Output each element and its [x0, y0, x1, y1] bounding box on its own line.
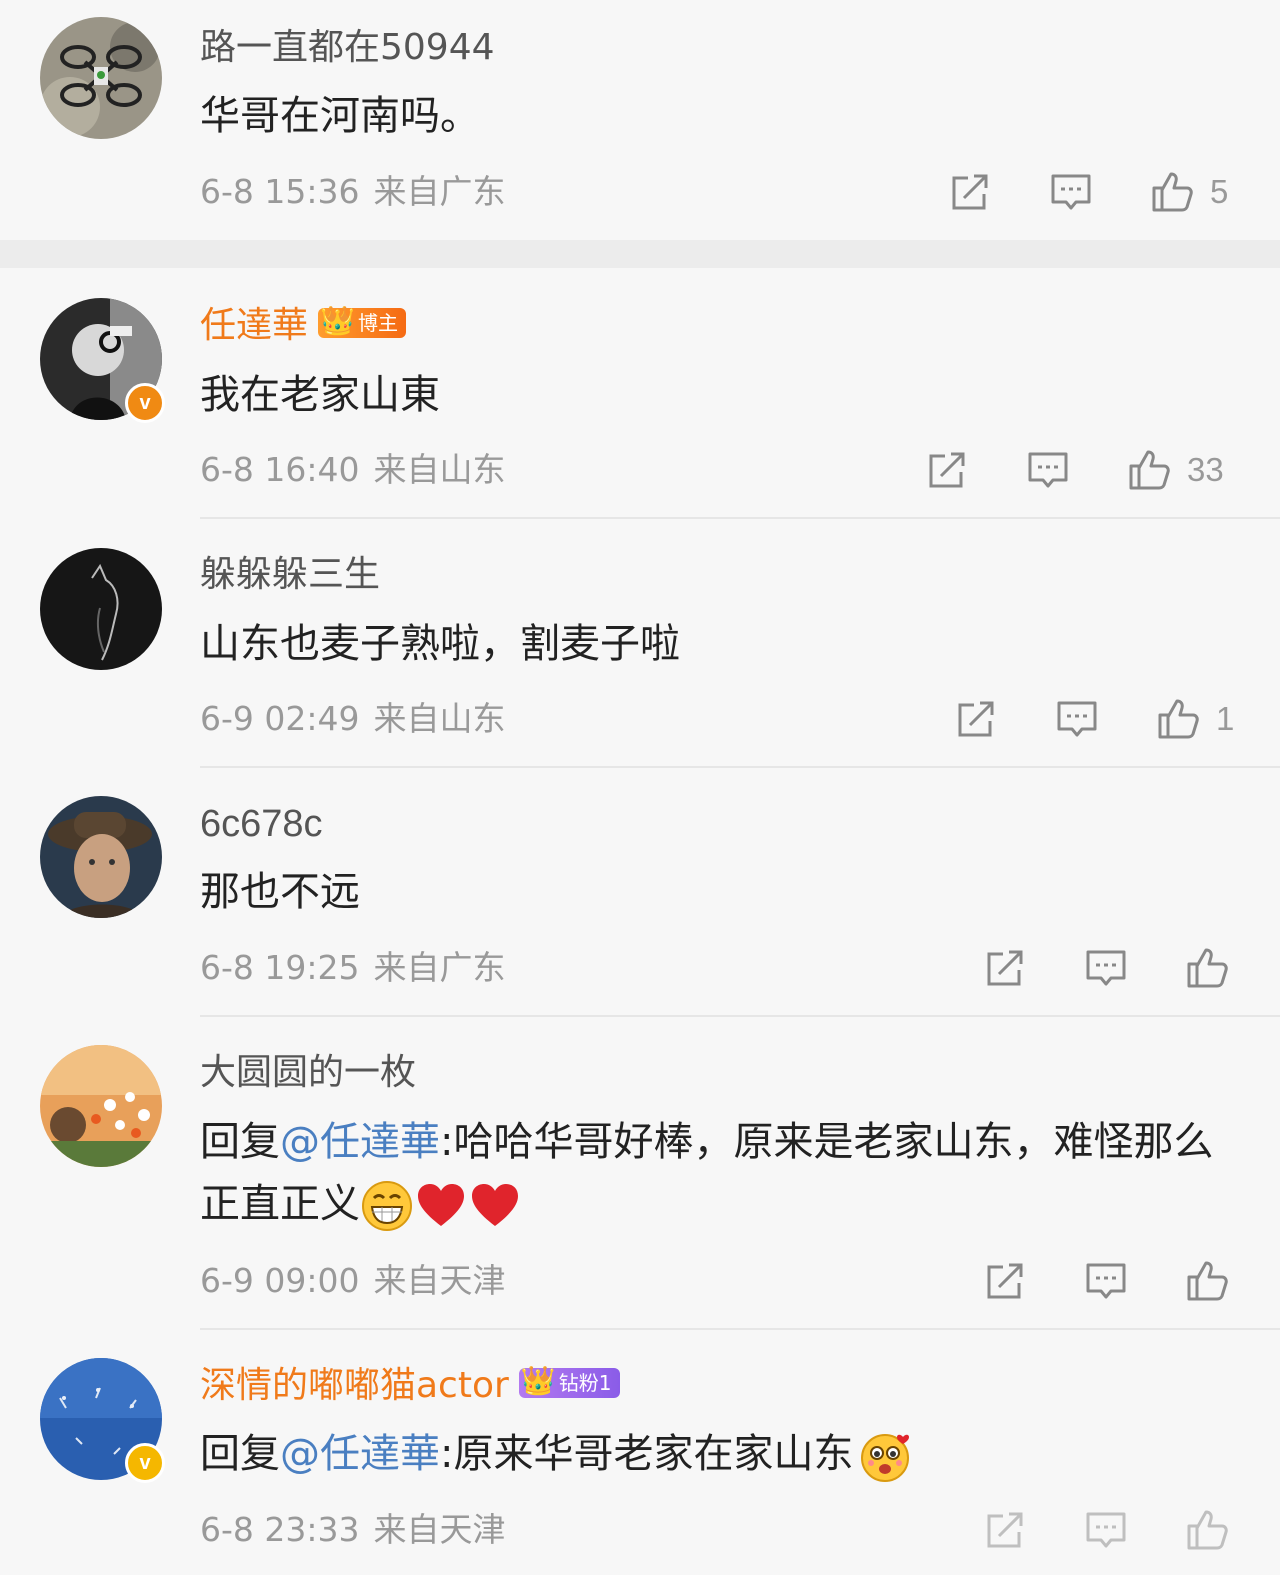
like-button[interactable]: 1 [1156, 697, 1234, 741]
reply-button[interactable] [1049, 170, 1093, 214]
comment-text: 回复@任達華:哈哈华哥好棒，原来是老家山东，难怪那么正直正义 [200, 1111, 1240, 1235]
fan-badge: 👑 钻粉1 [518, 1364, 620, 1398]
share-button[interactable] [983, 1508, 1027, 1552]
comment-text: 那也不远 [200, 869, 360, 915]
comment-meta: 6-9 02:49 来自山东 [200, 699, 520, 739]
comment-text: 华哥在河南吗。 [200, 93, 480, 139]
thumbs-up-icon [1158, 699, 1199, 739]
share-button[interactable] [983, 946, 1027, 990]
comment-meta: 6-8 16:40 来自山东 [200, 450, 520, 490]
comment-icon [1057, 701, 1097, 737]
like-count: 1 [1216, 700, 1235, 737]
share-icon [987, 1512, 1023, 1548]
share-icon [987, 950, 1023, 986]
comment-location: 来自山东 [373, 699, 506, 738]
comment-icon [1028, 452, 1068, 488]
comment-date: 6-8 15:36 [200, 172, 360, 211]
badge-label: 钻粉1 [558, 1371, 612, 1395]
reply-button[interactable] [1084, 1259, 1128, 1303]
crown-icon: 👑 [520, 1364, 556, 1397]
verified-v-icon: v [125, 383, 165, 423]
mention-link[interactable]: @任達華 [280, 1431, 440, 1477]
comment-meta: 6-8 19:25 来自广东 [200, 948, 520, 988]
thumbs-up-icon [1129, 450, 1170, 490]
comment-meta: 6-8 23:33 来自天津 [200, 1510, 520, 1550]
share-icon [958, 701, 994, 737]
comment-item: v 深情的嘟嘟猫actor 👑 钻粉1 回复@任達華:原来华哥老家在家山东 6-8 … [0, 1330, 1280, 1575]
like-button[interactable] [1185, 1508, 1245, 1552]
like-button[interactable] [1185, 1259, 1245, 1303]
comment-meta: 6-8 15:36 来自广东 [200, 172, 520, 212]
share-button[interactable] [954, 697, 998, 741]
username-text: 任達華 [200, 305, 309, 346]
comment-location: 来自广东 [373, 172, 506, 211]
avatar[interactable] [40, 1045, 162, 1167]
username[interactable]: 躲躲躲三生 [200, 553, 380, 597]
comment-meta: 6-9 09:00 来自天津 [200, 1261, 520, 1301]
avatar[interactable] [40, 796, 162, 918]
share-icon [929, 452, 965, 488]
thumbs-up-icon [1187, 948, 1228, 988]
comment-date: 6-9 02:49 [200, 699, 360, 738]
reply-prefix: 回复 [200, 1431, 280, 1477]
blogger-badge: 👑 博主 [318, 304, 407, 338]
comment-item: 大圆圆的一枚 回复@任達華:哈哈华哥好棒，原来是老家山东，难怪那么正直正义 6-… [0, 1017, 1280, 1329]
reply-button[interactable] [1084, 946, 1128, 990]
comment-text: 回复@任達華:原来华哥老家在家山东 [200, 1423, 1240, 1485]
like-count: 33 [1187, 451, 1224, 488]
heart-emoji-icon [468, 1179, 522, 1233]
like-button[interactable]: 5 [1150, 170, 1228, 214]
comment-date: 6-8 23:33 [200, 1510, 360, 1549]
comment-location: 来自山东 [373, 450, 506, 489]
comment-item: 躲躲躲三生 山东也麦子熟啦，割麦子啦 6-9 02:49 来自山东 1 [0, 519, 1280, 767]
reply-body: :原来华哥老家在家山东 [440, 1431, 854, 1477]
username[interactable]: 深情的嘟嘟猫actor 👑 钻粉1 [200, 1364, 620, 1408]
like-button[interactable]: 33 [1127, 448, 1224, 492]
avatar[interactable] [40, 548, 162, 670]
mention-link[interactable]: @任達華 [280, 1119, 440, 1165]
comment-location: 来自天津 [373, 1510, 506, 1549]
thumbs-up-icon [1187, 1261, 1228, 1301]
crown-icon: 👑 [320, 304, 355, 337]
comment-icon [1051, 174, 1091, 210]
thumbs-up-icon [1152, 172, 1193, 212]
section-separator [0, 240, 1280, 268]
comment-location: 来自广东 [373, 948, 506, 987]
reply-button[interactable] [1055, 697, 1099, 741]
username[interactable]: 6c678c [200, 802, 323, 846]
like-count: 5 [1210, 173, 1229, 210]
comment-location: 来自天津 [373, 1261, 506, 1300]
share-icon [952, 174, 988, 210]
comment-date: 6-8 19:25 [200, 948, 360, 987]
comment-date: 6-8 16:40 [200, 450, 360, 489]
comment-date: 6-9 09:00 [200, 1261, 360, 1300]
surprised-emoji-icon [859, 1429, 913, 1483]
username[interactable]: 路一直都在50944 [200, 26, 495, 70]
reply-prefix: 回复 [200, 1119, 280, 1165]
comment-text: 山东也麦子熟啦，割麦子啦 [200, 621, 680, 667]
username-text: 深情的嘟嘟猫actor [200, 1365, 509, 1406]
share-icon [987, 1263, 1023, 1299]
reply-button[interactable] [1026, 448, 1070, 492]
comment-text: 我在老家山東 [200, 372, 440, 418]
avatar[interactable] [40, 17, 162, 139]
comment-icon [1086, 1263, 1126, 1299]
like-button[interactable] [1185, 946, 1245, 990]
comment-icon [1086, 950, 1126, 986]
verified-v-icon: v [125, 1443, 165, 1483]
username[interactable]: 大圆圆的一枚 [200, 1051, 416, 1095]
badge-label: 博主 [358, 311, 399, 335]
comment-icon [1086, 1512, 1126, 1548]
thumbs-up-icon [1187, 1510, 1228, 1550]
comment-item: 6c678c 那也不远 6-8 19:25 来自广东 [0, 768, 1280, 1016]
reply-button[interactable] [1084, 1508, 1128, 1552]
share-button[interactable] [948, 170, 992, 214]
comment-item: 路一直都在50944 华哥在河南吗。 6-8 15:36 来自广东 5 [0, 0, 1280, 240]
heart-emoji-icon [414, 1179, 468, 1233]
grin-emoji-icon [360, 1179, 414, 1233]
share-button[interactable] [983, 1259, 1027, 1303]
share-button[interactable] [925, 448, 969, 492]
comment-item: v 任達華 👑 博主 我在老家山東 6-8 16:40 来自山东 33 [0, 268, 1280, 518]
username[interactable]: 任達華 👑 博主 [200, 304, 407, 348]
